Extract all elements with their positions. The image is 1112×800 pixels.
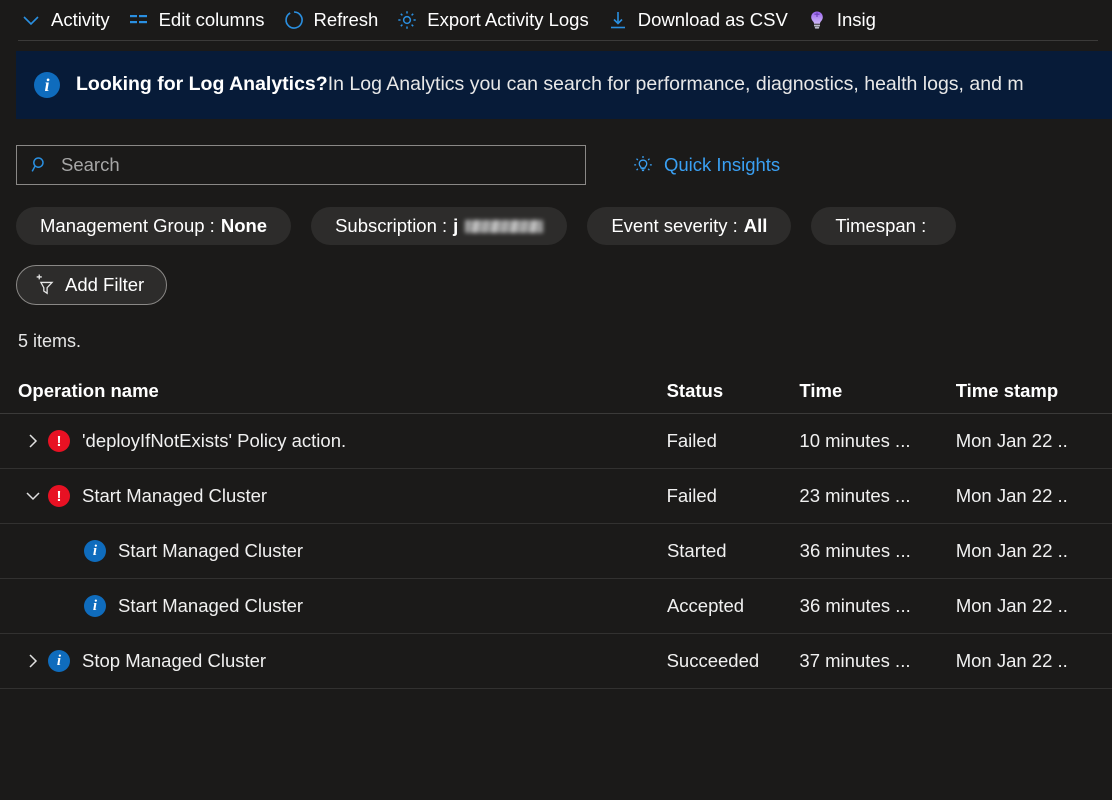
operation-name-label: Start Managed Cluster [82, 485, 267, 507]
column-header-status[interactable]: Status [667, 380, 800, 402]
cell-status: Accepted [667, 595, 800, 617]
column-header-time-stamp[interactable]: Time stamp [956, 380, 1112, 402]
info-icon: i [34, 72, 60, 98]
cell-time: 37 minutes ... [799, 650, 955, 672]
toolbar-label-activity: Activity [51, 11, 110, 30]
filter-pill-management-group[interactable]: Management Group : None [16, 207, 291, 245]
info-icon: i [84, 595, 106, 617]
activity-log-table: Operation name Status Time Time stamp ! … [0, 368, 1112, 689]
error-icon: ! [48, 485, 70, 507]
refresh-icon [283, 9, 305, 31]
toolbar-button-export-activity-logs[interactable]: Export Activity Logs [390, 4, 600, 36]
filter-label-management-group: Management Group : [40, 215, 215, 237]
column-header-operation-name[interactable]: Operation name [18, 380, 667, 402]
table-row[interactable]: i Start Managed Cluster Started 36 minut… [0, 524, 1112, 579]
results-count: 5 items. [0, 305, 1112, 352]
toolbar-label-edit-columns: Edit columns [159, 11, 265, 30]
operation-name-label: Stop Managed Cluster [82, 650, 266, 672]
toolbar-button-insights[interactable]: Insig [800, 4, 888, 36]
toolbar-label-export-activity-logs: Export Activity Logs [427, 11, 588, 30]
banner-text: Looking for Log Analytics?In Log Analyti… [76, 75, 1024, 95]
filter-pill-event-severity[interactable]: Event severity : All [587, 207, 791, 245]
table-header-row: Operation name Status Time Time stamp [0, 368, 1112, 414]
log-analytics-banner: i Looking for Log Analytics?In Log Analy… [16, 51, 1112, 119]
toolbar-label-insights: Insig [837, 11, 876, 30]
filter-label-timespan: Timespan : [835, 215, 926, 237]
toolbar-button-edit-columns[interactable]: Edit columns [122, 4, 277, 36]
cell-time-stamp: Mon Jan 22 .. [956, 595, 1112, 617]
search-box[interactable] [16, 145, 586, 185]
download-icon [607, 9, 629, 31]
column-header-time[interactable]: Time [799, 380, 955, 402]
filter-value-subscription: j [453, 215, 458, 237]
add-filter-label: Add Filter [65, 274, 144, 296]
cell-status: Started [667, 540, 800, 562]
info-icon: i [48, 650, 70, 672]
quick-insights-label: Quick Insights [664, 154, 780, 176]
search-input[interactable] [61, 154, 573, 176]
error-icon: ! [48, 430, 70, 452]
quick-insights-button[interactable]: Quick Insights [618, 154, 780, 176]
cell-status: Failed [667, 485, 800, 507]
filter-pill-row: Management Group : None Subscription : j… [0, 185, 1112, 245]
banner-body: In Log Analytics you can search for perf… [328, 73, 1024, 95]
cell-operation-name: ! 'deployIfNotExists' Policy action. [18, 426, 667, 456]
cell-operation-name: i Start Managed Cluster [18, 536, 667, 566]
filter-pill-timespan[interactable]: Timespan : [811, 207, 956, 245]
add-filter-icon [33, 274, 55, 296]
toolbar-label-download-as-csv: Download as CSV [638, 11, 788, 30]
toolbar-label-refresh: Refresh [314, 11, 379, 30]
toolbar-button-activity[interactable]: Activity [14, 4, 122, 36]
table-row[interactable]: i Start Managed Cluster Accepted 36 minu… [0, 579, 1112, 634]
table-row[interactable]: ! 'deployIfNotExists' Policy action. Fai… [0, 414, 1112, 469]
banner-container: i Looking for Log Analytics?In Log Analy… [0, 41, 1112, 119]
cell-time: 10 minutes ... [799, 430, 955, 452]
cell-status: Succeeded [667, 650, 800, 672]
cell-time: 36 minutes ... [800, 595, 956, 617]
twisty-placeholder [54, 536, 84, 566]
filter-value-event-severity: All [744, 215, 768, 237]
chevron-right-icon[interactable] [18, 646, 48, 676]
cell-operation-name: i Stop Managed Cluster [18, 646, 667, 676]
cell-operation-name: ! Start Managed Cluster [18, 481, 667, 511]
toolbar-button-download-as-csv[interactable]: Download as CSV [601, 4, 800, 36]
operation-name-label: Start Managed Cluster [118, 540, 303, 562]
cell-time-stamp: Mon Jan 22 .. [956, 650, 1112, 672]
table-row[interactable]: i Stop Managed Cluster Succeeded 37 minu… [0, 634, 1112, 689]
cell-status: Failed [667, 430, 800, 452]
filter-value-management-group: None [221, 215, 267, 237]
command-toolbar: Activity Edit columns Refresh [0, 0, 1112, 40]
cell-time-stamp: Mon Jan 22 .. [956, 430, 1112, 452]
chevron-down-icon [20, 9, 42, 31]
operation-name-label: 'deployIfNotExists' Policy action. [82, 430, 346, 452]
info-icon: i [84, 540, 106, 562]
filter-label-event-severity: Event severity : [611, 215, 737, 237]
add-filter-button[interactable]: Add Filter [16, 265, 167, 305]
cell-time-stamp: Mon Jan 22 .. [956, 485, 1112, 507]
twisty-placeholder [54, 591, 84, 621]
toolbar-button-refresh[interactable]: Refresh [277, 4, 391, 36]
cell-time: 36 minutes ... [800, 540, 956, 562]
chevron-down-icon[interactable] [18, 481, 48, 511]
cell-time: 23 minutes ... [799, 485, 955, 507]
columns-icon [128, 9, 150, 31]
operation-name-label: Start Managed Cluster [118, 595, 303, 617]
cell-operation-name: i Start Managed Cluster [18, 591, 667, 621]
lightbulb-purple-icon [806, 9, 828, 31]
filter-pill-subscription[interactable]: Subscription : j [311, 207, 567, 245]
lightbulb-icon [632, 154, 654, 176]
banner-title: Looking for Log Analytics? [76, 73, 328, 95]
filter-label-subscription: Subscription : [335, 215, 447, 237]
gear-icon [396, 9, 418, 31]
redacted-subscription-value [465, 220, 543, 233]
chevron-right-icon[interactable] [18, 426, 48, 456]
search-row: Quick Insights [0, 119, 1112, 185]
search-icon [29, 154, 51, 176]
table-row[interactable]: ! Start Managed Cluster Failed 23 minute… [0, 469, 1112, 524]
cell-time-stamp: Mon Jan 22 .. [956, 540, 1112, 562]
